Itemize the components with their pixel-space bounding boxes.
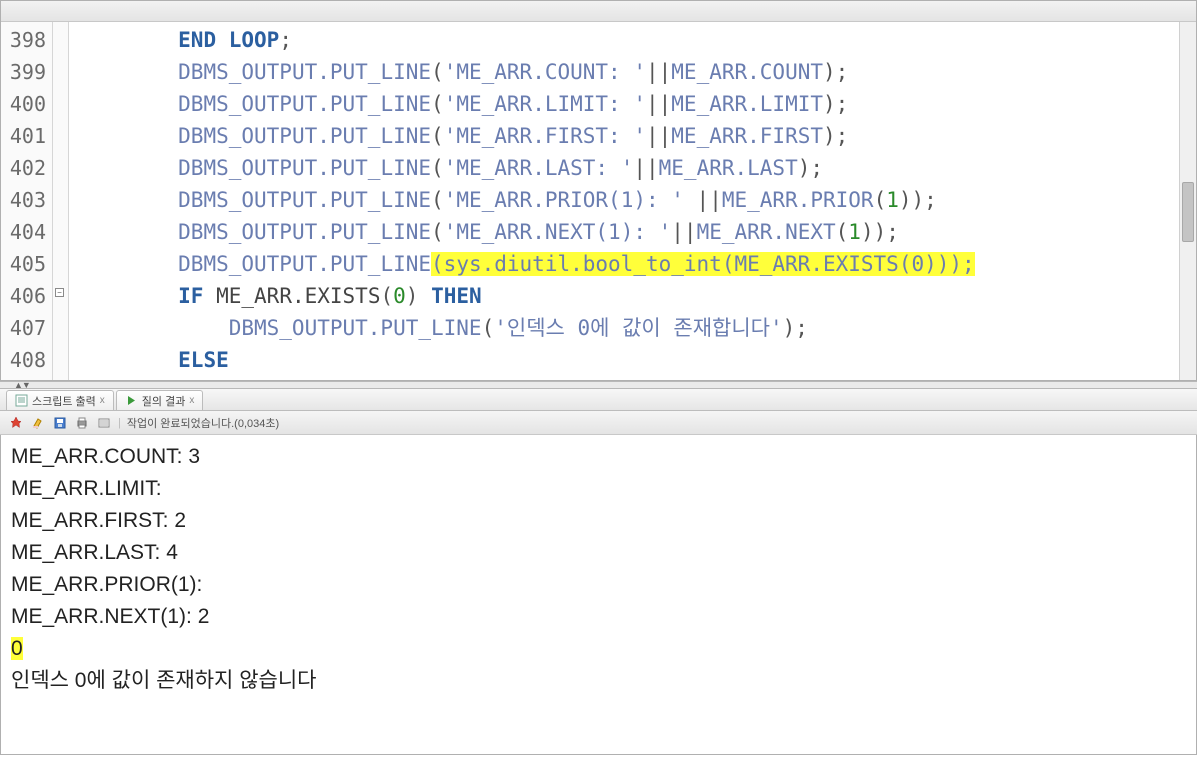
output-line: ME_ARR.COUNT: 3 [11, 441, 1186, 473]
line-number: 402 [5, 152, 46, 184]
code-line[interactable]: DBMS_OUTPUT.PUT_LINE('ME_ARR.FIRST: '||M… [77, 120, 1196, 152]
code-line[interactable]: DBMS_OUTPUT.PUT_LINE('ME_ARR.NEXT(1): '|… [77, 216, 1196, 248]
scrollbar-thumb[interactable] [1182, 182, 1194, 242]
fold-cell [53, 86, 68, 118]
status-text: 작업이 완료되었습니다.(0,034초) [127, 415, 279, 431]
print-icon[interactable] [74, 415, 90, 431]
fold-column[interactable]: − [53, 22, 69, 381]
clear-icon[interactable] [30, 415, 46, 431]
script-icon [15, 394, 28, 407]
line-number-gutter: 398399400401402403404405406407408 [1, 22, 53, 381]
close-icon[interactable]: x [100, 395, 105, 406]
result-tabs: 스크립트 출력x질의 결과x [0, 389, 1197, 411]
line-number: 405 [5, 248, 46, 280]
tab-play[interactable]: 질의 결과x [116, 390, 204, 410]
code-text[interactable]: END LOOP; DBMS_OUTPUT.PUT_LINE('ME_ARR.C… [69, 22, 1196, 381]
code-line[interactable]: DBMS_OUTPUT.PUT_LINE('ME_ARR.LAST: '||ME… [77, 152, 1196, 184]
fold-cell [53, 54, 68, 86]
line-number: 401 [5, 120, 46, 152]
fold-cell [53, 22, 68, 54]
code-editor: 398399400401402403404405406407408 − END … [0, 0, 1197, 381]
vertical-scrollbar[interactable] [1179, 22, 1196, 380]
pin-icon[interactable] [8, 415, 24, 431]
output-line: 인덱스 0에 값이 존재하지 않습니다 [11, 665, 1186, 697]
buffer-icon[interactable] [96, 415, 112, 431]
play-icon [125, 394, 138, 407]
code-line[interactable]: DBMS_OUTPUT.PUT_LINE(sys.diutil.bool_to_… [77, 248, 1196, 280]
output-line: ME_ARR.FIRST: 2 [11, 505, 1186, 537]
toolbar-separator: | [118, 417, 121, 429]
fold-cell [53, 118, 68, 150]
tab-label: 질의 결과 [142, 393, 186, 409]
fold-cell [53, 182, 68, 214]
code-area[interactable]: 398399400401402403404405406407408 − END … [1, 22, 1196, 381]
splitter-handle[interactable]: ▲▼ [0, 381, 1197, 389]
code-line[interactable]: DBMS_OUTPUT.PUT_LINE('ME_ARR.LIMIT: '||M… [77, 88, 1196, 120]
code-line[interactable]: ELSE [77, 344, 1196, 376]
code-line[interactable]: IF ME_ARR.EXISTS(0) THEN [77, 280, 1196, 312]
output-line: 0 [11, 633, 1186, 665]
line-number: 398 [5, 24, 46, 56]
fold-cell [53, 342, 68, 374]
code-line[interactable]: DBMS_OUTPUT.PUT_LINE('인덱스 0에 값이 존재합니다'); [77, 312, 1196, 344]
tab-script[interactable]: 스크립트 출력 x [6, 390, 114, 410]
code-line[interactable]: DBMS_OUTPUT.PUT_LINE('ME_ARR.COUNT: '||M… [77, 56, 1196, 88]
fold-cell [53, 246, 68, 278]
script-output[interactable]: ME_ARR.COUNT: 3ME_ARR.LIMIT:ME_ARR.FIRST… [0, 435, 1197, 755]
line-number: 407 [5, 312, 46, 344]
editor-header [1, 1, 1196, 22]
splitter-arrows-icon: ▲▼ [14, 380, 30, 390]
tab-label: 스크립트 출력 [32, 393, 96, 409]
line-number: 404 [5, 216, 46, 248]
fold-cell [53, 310, 68, 342]
fold-cell [53, 214, 68, 246]
output-toolbar: | 작업이 완료되었습니다.(0,034초) [0, 411, 1197, 435]
code-line[interactable]: END LOOP; [77, 24, 1196, 56]
fold-cell[interactable]: − [53, 278, 68, 310]
save-icon[interactable] [52, 415, 68, 431]
code-line[interactable]: DBMS_OUTPUT.PUT_LINE('ME_ARR.PRIOR(1): '… [77, 184, 1196, 216]
output-line: ME_ARR.LIMIT: [11, 473, 1186, 505]
line-number: 399 [5, 56, 46, 88]
fold-toggle-icon[interactable]: − [55, 288, 64, 297]
line-number: 408 [5, 344, 46, 376]
output-line: ME_ARR.LAST: 4 [11, 537, 1186, 569]
fold-cell [53, 150, 68, 182]
close-icon[interactable]: x [189, 395, 194, 406]
line-number: 406 [5, 280, 46, 312]
output-line: ME_ARR.NEXT(1): 2 [11, 601, 1186, 633]
line-number: 400 [5, 88, 46, 120]
output-line: ME_ARR.PRIOR(1): [11, 569, 1186, 601]
line-number: 403 [5, 184, 46, 216]
